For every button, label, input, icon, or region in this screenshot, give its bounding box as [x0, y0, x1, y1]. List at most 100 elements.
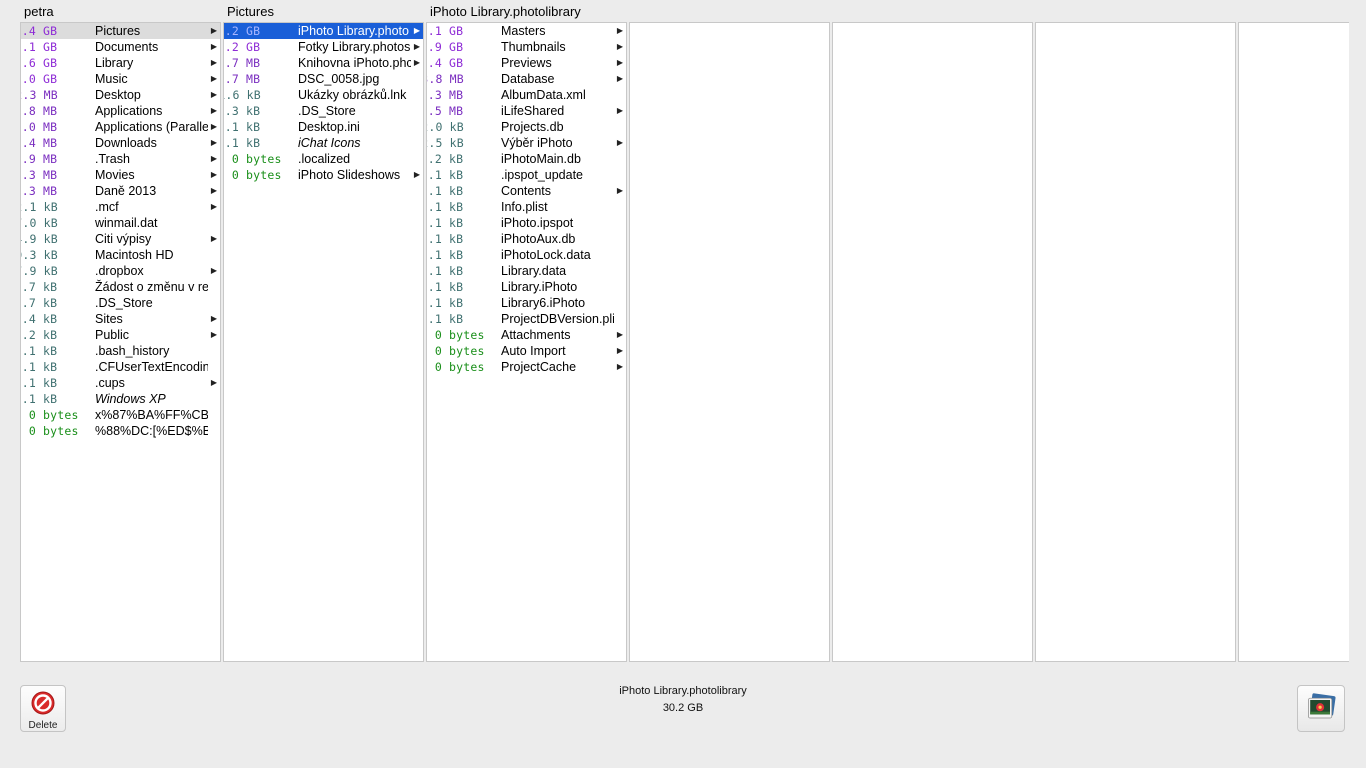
- file-row[interactable]: 270.3 kB Macintosh HD: [21, 247, 220, 263]
- file-row[interactable]: 0 bytes .localized: [224, 151, 423, 167]
- browser-column[interactable]: 22.1 GB Masters ▶ 3.9 GB Thumbnails ▶ 3.4 GB Previ…: [426, 22, 627, 662]
- folder-row[interactable]: 4.1 kB Contents ▶: [427, 183, 626, 199]
- folder-row[interactable]: 16.4 kB Sites ▶: [21, 311, 220, 327]
- file-row[interactable]: 4.1 kB .bash_history: [21, 343, 220, 359]
- folder-row[interactable]: 3.4 GB Previews ▶: [427, 55, 626, 71]
- file-row[interactable]: 28.7 kB .DS_Store: [21, 295, 220, 311]
- item-size: 4.1 kB: [427, 199, 489, 215]
- folder-row[interactable]: 8.2 kB Public ▶: [21, 327, 220, 343]
- disclosure-arrow-icon: ▶: [210, 58, 217, 67]
- folder-row[interactable]: 743.8 MB Database ▶: [427, 71, 626, 87]
- folder-row[interactable]: 3.3 MB Movies ▶: [21, 167, 220, 183]
- folder-row[interactable]: 0 bytes Auto Import ▶: [427, 343, 626, 359]
- folder-row[interactable]: 33.1 GB Documents ▶: [21, 39, 220, 55]
- item-name: x%87%BA%FF%CBc: [95, 408, 208, 422]
- folder-row[interactable]: 1.0 GB Music ▶: [21, 71, 220, 87]
- folder-row[interactable]: 15.2 GB Fotky Library.photos▶: [224, 39, 423, 55]
- item-size: 4.1 kB: [427, 295, 489, 311]
- item-size: 743.8 MB: [427, 71, 489, 87]
- disclosure-arrow-icon: ▶: [210, 266, 217, 275]
- file-row[interactable]: 4.1 kB iPhotoLock.data: [427, 247, 626, 263]
- file-row[interactable]: 151.6 kB Ukázky obrázků.lnk: [224, 87, 423, 103]
- folder-row[interactable]: 402.3 MB Desktop ▶: [21, 87, 220, 103]
- file-row[interactable]: 4.1 kB iChat Icons: [224, 135, 423, 151]
- folder-row[interactable]: 4.1 kB .cups ▶: [21, 375, 220, 391]
- item-size: 0 bytes: [224, 167, 286, 183]
- item-size-unit: kB: [43, 376, 58, 390]
- disclosure-arrow-icon: ▶: [210, 26, 217, 35]
- browser-column[interactable]: 30.2 GB iPhoto Library.photo ▶ 15.2 GB Fotky L…: [223, 22, 424, 662]
- browser-column[interactable]: 45.4 GB Pictures ▶ 33.1 GB Documents ▶ 17.6 GB Lib…: [20, 22, 221, 662]
- item-size-unit: kB: [449, 152, 464, 166]
- item-size: 897.0 kB: [21, 215, 83, 231]
- item-size: 8.2 kB: [21, 327, 83, 343]
- item-name: Music: [95, 72, 128, 86]
- file-row[interactable]: 4.1 kB .CFUserTextEncodinc: [21, 359, 220, 375]
- item-size-value: 7.4: [21, 136, 36, 150]
- item-name: Projects.db: [501, 120, 564, 134]
- item-size-unit: kB: [449, 184, 464, 198]
- folder-row[interactable]: 30.2 GB iPhoto Library.photo ▶: [224, 23, 423, 39]
- delete-button[interactable]: Delete: [20, 685, 66, 732]
- folder-row[interactable]: 0 bytes Attachments ▶: [427, 327, 626, 343]
- selected-item-size: 30.2 GB: [662, 702, 704, 714]
- item-size: 33.1 GB: [21, 39, 83, 55]
- folder-row[interactable]: 1.3 MB Daně 2013 ▶: [21, 183, 220, 199]
- item-name: .mcf: [95, 200, 119, 214]
- folder-row[interactable]: 294.9 kB Citi výpisy ▶: [21, 231, 220, 247]
- folder-row[interactable]: 2.5 MB iLifeShared ▶: [427, 103, 626, 119]
- disclosure-arrow-icon: ▶: [210, 186, 217, 195]
- file-row[interactable]: 8.2 kB iPhotoMain.db: [427, 151, 626, 167]
- file-row[interactable]: 4.1 kB Library.data: [427, 263, 626, 279]
- file-row[interactable]: 4.1 kB Desktop.ini: [224, 119, 423, 135]
- folder-row[interactable]: 35.8 MB Applications ▶: [21, 103, 220, 119]
- file-row[interactable]: 4.1 kB Library.iPhoto: [427, 279, 626, 295]
- file-row[interactable]: 852.0 kB Projects.db: [427, 119, 626, 135]
- item-size: 0 bytes: [427, 343, 489, 359]
- file-row[interactable]: 4.1 kB iPhotoAux.db: [427, 231, 626, 247]
- disclosure-arrow-icon: ▶: [210, 90, 217, 99]
- file-row[interactable]: 73.7 kB Žádost o změnu v rec: [21, 279, 220, 295]
- folder-row[interactable]: 532.5 kB Výběr iPhoto ▶: [427, 135, 626, 151]
- folder-row[interactable]: 7.4 MB Downloads ▶: [21, 135, 220, 151]
- file-row[interactable]: 12.3 kB .DS_Store: [224, 103, 423, 119]
- browser-column[interactable]: [629, 22, 830, 662]
- file-row[interactable]: 4.1 kB Library6.iPhoto: [427, 295, 626, 311]
- file-row[interactable]: 4.1 kB .ipspot_update: [427, 167, 626, 183]
- folder-row[interactable]: 3.9 GB Thumbnails ▶: [427, 39, 626, 55]
- item-name: AlbumData.xml: [501, 88, 586, 102]
- folder-row[interactable]: 17.6 GB Library ▶: [21, 55, 220, 71]
- open-in-photos-button[interactable]: [1297, 685, 1345, 732]
- folder-row[interactable]: 7.7 MB Knihovna iPhoto.phc▶: [224, 55, 423, 71]
- file-row[interactable]: 0 bytes x%87%BA%FF%CBc: [21, 407, 220, 423]
- browser-column[interactable]: [1035, 22, 1236, 662]
- file-row[interactable]: 4.1 kB ProjectDBVersion.plis: [427, 311, 626, 327]
- file-row[interactable]: 9.3 MB AlbumData.xml: [427, 87, 626, 103]
- item-size-value: 532.5: [427, 136, 443, 150]
- folder-row[interactable]: 942.1 kB .mcf ▶: [21, 199, 220, 215]
- folder-row[interactable]: 167.9 kB .dropbox ▶: [21, 263, 220, 279]
- item-size-value: 4.1: [21, 344, 36, 358]
- folder-row[interactable]: 45.4 GB Pictures ▶: [21, 23, 220, 39]
- file-row[interactable]: 4.1 kB iPhoto.ipspot: [427, 215, 626, 231]
- item-size-unit: GB: [246, 40, 261, 54]
- item-name: Daně 2013: [95, 184, 157, 198]
- item-name: iLifeShared: [501, 104, 565, 118]
- column-browser-overflow-column[interactable]: [1238, 22, 1349, 662]
- file-row[interactable]: 1.7 MB DSC_0058.jpg: [224, 71, 423, 87]
- item-size-value: 897.0: [21, 216, 37, 230]
- item-size-unit: kB: [449, 280, 464, 294]
- item-size: 4.1 kB: [224, 119, 286, 135]
- folder-row[interactable]: 0 bytes iPhoto Slideshows ▶: [224, 167, 423, 183]
- item-name: .CFUserTextEncodinc: [95, 360, 208, 374]
- folder-row[interactable]: 22.1 GB Masters ▶: [427, 23, 626, 39]
- folder-row[interactable]: 10.0 MB Applications (Paralle▶: [21, 119, 220, 135]
- folder-row[interactable]: 6.9 MB .Trash ▶: [21, 151, 220, 167]
- file-row[interactable]: 4.1 kB Info.plist: [427, 199, 626, 215]
- disclosure-arrow-icon: ▶: [616, 74, 623, 83]
- file-row[interactable]: 897.0 kB winmail.dat: [21, 215, 220, 231]
- file-row[interactable]: 4.1 kB Windows XP: [21, 391, 220, 407]
- file-row[interactable]: 0 bytes %88%DC:[%ED$%B: [21, 423, 220, 439]
- browser-column[interactable]: [832, 22, 1033, 662]
- folder-row[interactable]: 0 bytes ProjectCache ▶: [427, 359, 626, 375]
